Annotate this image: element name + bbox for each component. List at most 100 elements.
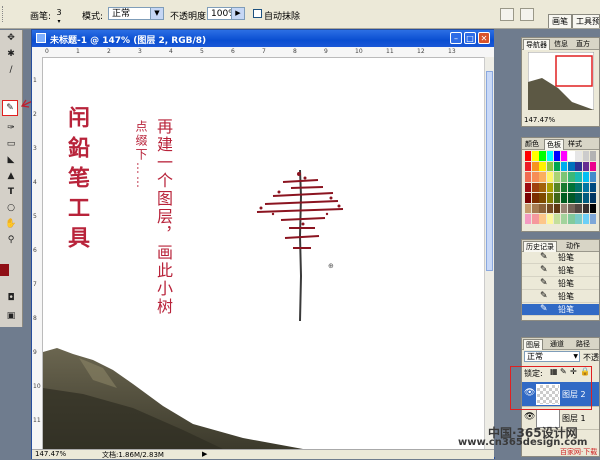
- color-swatch[interactable]: [532, 214, 539, 224]
- color-swatch[interactable]: [582, 182, 589, 192]
- color-swatch[interactable]: [575, 182, 582, 192]
- color-swatch[interactable]: [532, 172, 539, 182]
- color-swatch[interactable]: [532, 193, 539, 203]
- color-swatch[interactable]: [568, 203, 575, 213]
- color-swatch[interactable]: [546, 214, 553, 224]
- color-swatch[interactable]: [575, 203, 582, 213]
- hand-tool-icon[interactable]: ✋: [4, 218, 18, 230]
- color-swatch[interactable]: [561, 161, 568, 171]
- options-bar-grip[interactable]: [2, 6, 7, 22]
- color-swatch[interactable]: [525, 203, 532, 213]
- history-item[interactable]: ✎ 铅笔: [522, 265, 599, 277]
- navigator-thumbnail[interactable]: [528, 52, 594, 110]
- color-swatch[interactable]: [582, 193, 589, 203]
- brush-tool-icon[interactable]: ∕: [4, 64, 18, 76]
- color-swatch[interactable]: [568, 172, 575, 182]
- ruler-vertical[interactable]: 1 2 3 4 5 6 7 8 9 10 11: [32, 57, 43, 449]
- color-swatch[interactable]: [575, 193, 582, 203]
- color-swatch[interactable]: [553, 161, 561, 171]
- color-swatch[interactable]: [589, 172, 597, 182]
- color-swatch[interactable]: [589, 161, 597, 171]
- color-swatch[interactable]: [575, 172, 582, 182]
- tab-color[interactable]: 颜色: [523, 139, 541, 149]
- color-swatch[interactable]: [525, 214, 532, 224]
- color-swatch[interactable]: [589, 203, 597, 213]
- tab-navigator[interactable]: 导航器: [523, 39, 550, 50]
- color-swatch[interactable]: [575, 151, 582, 161]
- minimize-button[interactable]: –: [450, 32, 462, 44]
- color-swatch[interactable]: [532, 151, 539, 161]
- tab-styles[interactable]: 样式: [566, 139, 584, 149]
- color-swatch[interactable]: [553, 214, 561, 224]
- sharpen-tool-icon[interactable]: ▲: [4, 170, 18, 182]
- history-item[interactable]: ✎ 铅笔: [522, 278, 599, 290]
- color-swatch[interactable]: [582, 214, 589, 224]
- tab-swatches[interactable]: 色板: [544, 139, 564, 150]
- color-swatch[interactable]: [525, 193, 532, 203]
- color-swatch[interactable]: [568, 193, 575, 203]
- color-swatch[interactable]: [589, 151, 597, 161]
- palette-well-icon[interactable]: [500, 8, 514, 21]
- color-swatch[interactable]: [589, 193, 597, 203]
- color-swatch[interactable]: [525, 172, 532, 182]
- color-swatch[interactable]: [575, 161, 582, 171]
- tab-brushes[interactable]: 画笔: [548, 14, 572, 28]
- history-item[interactable]: ✎ 铅笔: [522, 252, 599, 264]
- color-swatch[interactable]: [546, 203, 553, 213]
- quick-mask-icon[interactable]: ◘: [4, 292, 18, 304]
- color-swatch[interactable]: [582, 172, 589, 182]
- magic-wand-tool-icon[interactable]: ✱: [4, 48, 18, 60]
- color-swatch[interactable]: [553, 151, 561, 161]
- color-swatch[interactable]: [553, 193, 561, 203]
- tab-tool-presets[interactable]: 工具预: [572, 14, 600, 28]
- opacity-input[interactable]: 100% ▶: [207, 7, 245, 20]
- color-swatch[interactable]: [568, 214, 575, 224]
- color-swatch[interactable]: [539, 193, 546, 203]
- paint-bucket-tool-icon[interactable]: ◣: [4, 154, 18, 166]
- auto-erase-checkbox[interactable]: [253, 9, 262, 18]
- tab-actions[interactable]: 动作: [564, 241, 582, 251]
- history-item[interactable]: ✎ 铅笔: [522, 291, 599, 303]
- color-swatch[interactable]: [546, 161, 553, 171]
- color-swatch[interactable]: [575, 214, 582, 224]
- visibility-eye-icon[interactable]: 👁: [524, 412, 535, 422]
- color-swatch[interactable]: [539, 172, 546, 182]
- tab-layers[interactable]: 图层: [523, 339, 543, 350]
- color-swatch[interactable]: [532, 203, 539, 213]
- scrollbar-thumb[interactable]: [486, 71, 493, 271]
- document-titlebar[interactable]: 未标题-1 @ 147% (图层 2, RGB/8) – □ ✕: [32, 30, 494, 47]
- color-swatch[interactable]: [525, 161, 532, 171]
- color-swatch[interactable]: [546, 182, 553, 192]
- tab-paths[interactable]: 路径: [574, 339, 592, 349]
- color-swatch[interactable]: [561, 172, 568, 182]
- color-swatch[interactable]: [539, 151, 546, 161]
- pencil-tool-icon[interactable]: ✎: [2, 100, 18, 116]
- type-tool-icon[interactable]: T: [4, 186, 18, 198]
- color-swatch[interactable]: [561, 214, 568, 224]
- zoom-tool-icon[interactable]: ⚲: [4, 234, 18, 246]
- color-swatch[interactable]: [539, 161, 546, 171]
- blend-mode-select[interactable]: 正常 ▼: [524, 351, 580, 362]
- palette-well-icon-2[interactable]: [520, 8, 534, 21]
- color-swatch[interactable]: [568, 151, 575, 161]
- color-swatch[interactable]: [561, 182, 568, 192]
- close-button[interactable]: ✕: [478, 32, 490, 44]
- color-swatch[interactable]: [525, 151, 532, 161]
- color-swatch[interactable]: [553, 203, 561, 213]
- color-swatch[interactable]: [532, 182, 539, 192]
- color-swatch[interactable]: [582, 151, 589, 161]
- navigator-zoom-value[interactable]: 147.47%: [524, 116, 555, 124]
- color-swatch[interactable]: [568, 161, 575, 171]
- color-swatch[interactable]: [525, 182, 532, 192]
- color-swatch[interactable]: [582, 203, 589, 213]
- maximize-button[interactable]: □: [464, 32, 476, 44]
- color-swatch[interactable]: [561, 151, 568, 161]
- color-swatch[interactable]: [582, 161, 589, 171]
- color-swatch[interactable]: [553, 182, 561, 192]
- color-swatch[interactable]: [546, 151, 553, 161]
- tab-channels[interactable]: 通道: [548, 339, 566, 349]
- color-swatch[interactable]: [561, 203, 568, 213]
- ruler-horizontal[interactable]: 0 1 2 3 4 5 6 7 8 9 10 11 12 13: [32, 47, 494, 58]
- tab-history[interactable]: 历史记录: [523, 241, 557, 252]
- color-swatch[interactable]: [539, 214, 546, 224]
